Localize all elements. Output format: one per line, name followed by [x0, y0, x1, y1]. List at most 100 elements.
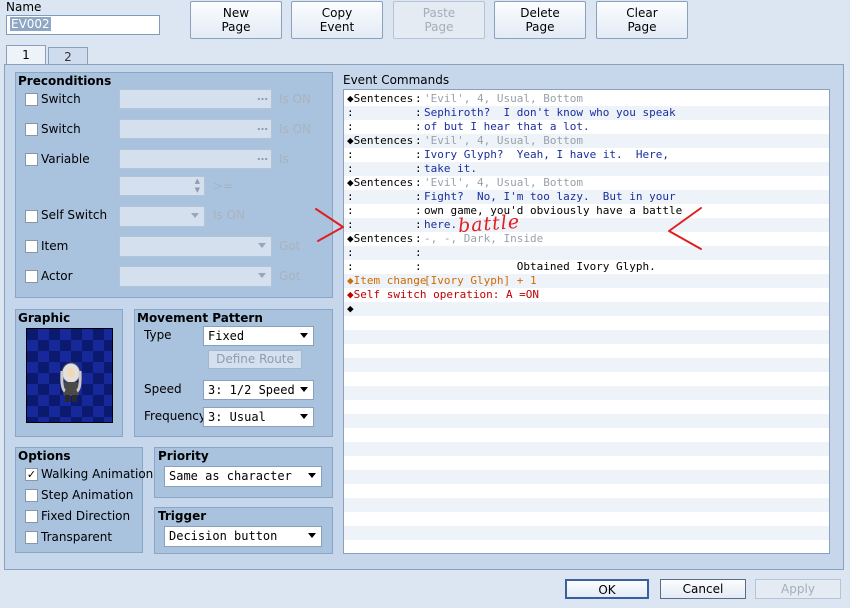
copy-event-button[interactable]: Copy Event	[291, 1, 383, 39]
item-checkbox[interactable]	[25, 240, 38, 253]
chevron-down-icon	[300, 333, 308, 338]
movement-type-label: Type	[144, 328, 172, 342]
event-command-detail: 'Evil', 4, Usual, Bottom	[424, 92, 583, 105]
movement-frequency-select[interactable]: 3: Usual	[203, 407, 314, 427]
event-command-row[interactable]: :: of but I hear that a lot.	[344, 120, 829, 134]
self-switch-checkbox[interactable]	[25, 210, 38, 223]
event-command-row[interactable]: ◆	[344, 302, 829, 316]
event-command-row[interactable]: ◆Sentences: 'Evil', 4, Usual, Bottom	[344, 176, 829, 190]
clear-page-button[interactable]: Clear Page	[596, 1, 688, 39]
event-command-row[interactable]: ◆Sentences: 'Evil', 4, Usual, Bottom	[344, 134, 829, 148]
event-command-row[interactable]: ◆Sentences: -, -, Dark, Inside	[344, 232, 829, 246]
event-command-empty-row	[344, 316, 829, 330]
event-command-row[interactable]: :: Sephiroth? I don't know who you speak	[344, 106, 829, 120]
variable-select[interactable]: …	[119, 149, 272, 169]
event-command-separator: :	[415, 274, 422, 287]
movement-type-select[interactable]: Fixed	[203, 326, 314, 346]
event-command-empty-row	[344, 442, 829, 456]
event-command-empty-row	[344, 540, 829, 553]
movement-title: Movement Pattern	[137, 311, 263, 325]
event-command-detail: Ivory Glyph? Yeah, I have it. Here,	[424, 148, 670, 161]
variable-value-stepper[interactable]: ▲ ▼	[119, 176, 205, 196]
delete-page-button[interactable]: Delete Page	[494, 1, 586, 39]
name-input-value: EV002	[10, 17, 51, 31]
event-command-row[interactable]: ◆Item change: [Ivory Glyph] + 1	[344, 274, 829, 288]
cancel-button[interactable]: Cancel	[660, 579, 746, 599]
stepper-down-icon[interactable]: ▼	[195, 186, 200, 194]
event-command-detail: take it.	[424, 162, 477, 175]
event-command-row[interactable]: :: own game, you'd obviously have a battl…	[344, 204, 829, 218]
event-command-empty-row	[344, 358, 829, 372]
name-input[interactable]: EV002	[6, 15, 160, 35]
step-animation-checkbox[interactable]	[25, 489, 38, 502]
event-command-separator: :	[415, 246, 422, 259]
event-command-separator: :	[415, 92, 422, 105]
event-command-rows: ◆Sentences: 'Evil', 4, Usual, Bottom:: Sep…	[344, 90, 829, 553]
tab-page-1[interactable]: 1	[6, 45, 46, 65]
event-command-row[interactable]: ::	[344, 246, 829, 260]
tab-page-2[interactable]: 2	[48, 47, 88, 65]
actor-select[interactable]	[119, 266, 272, 287]
preconditions-title: Preconditions	[18, 74, 112, 88]
options-title: Options	[18, 449, 71, 463]
item-select[interactable]	[119, 236, 272, 257]
event-command-row[interactable]: :: Obtained Ivory Glyph.	[344, 260, 829, 274]
switch1-select[interactable]: …	[119, 89, 272, 109]
event-command-separator: :	[415, 106, 422, 119]
switch1-checkbox[interactable]	[25, 93, 38, 106]
event-command-detail: [Ivory Glyph] + 1	[424, 274, 537, 287]
fixed-direction-checkbox[interactable]	[25, 510, 38, 523]
event-command-name: :	[347, 218, 354, 231]
event-command-row[interactable]: :: here.	[344, 218, 829, 232]
event-command-detail: Fight? No, I'm too lazy. But in your	[424, 190, 676, 203]
trigger-select[interactable]: Decision button	[164, 526, 322, 547]
stepper-up-icon[interactable]: ▲	[195, 177, 200, 185]
event-command-separator: :	[415, 232, 422, 245]
event-command-row[interactable]: :: Fight? No, I'm too lazy. But in your	[344, 190, 829, 204]
event-commands-title: Event Commands	[343, 73, 450, 87]
ok-button[interactable]: OK	[565, 579, 649, 599]
switch2-select[interactable]: …	[119, 119, 272, 139]
apply-button[interactable]: Apply	[755, 579, 841, 599]
event-command-name: ◆Sentences	[347, 176, 414, 189]
priority-select[interactable]: Same as character	[164, 466, 322, 487]
movement-speed-select[interactable]: 3: 1/2 Speed	[203, 380, 314, 400]
switch1-suffix: Is ON	[279, 92, 312, 106]
event-command-empty-row	[344, 512, 829, 526]
transparent-checkbox[interactable]	[25, 531, 38, 544]
event-command-separator: :	[415, 190, 422, 203]
new-page-button[interactable]: New Page	[190, 1, 282, 39]
ellipsis-icon: …	[257, 90, 268, 103]
event-command-name: ◆Sentences	[347, 232, 414, 245]
step-animation-label: Step Animation	[41, 488, 134, 502]
event-command-detail: Sephiroth? I don't know who you speak	[424, 106, 676, 119]
graphic-preview[interactable]	[26, 328, 113, 423]
event-command-empty-row	[344, 428, 829, 442]
event-command-name: :	[347, 190, 354, 203]
event-command-separator: :	[415, 134, 422, 147]
event-command-name: :	[347, 162, 354, 175]
event-command-name: :	[347, 204, 354, 217]
event-command-name: ◆Self switch operation: A =ON	[347, 288, 540, 301]
event-command-row[interactable]: ◆Self switch operation: A =ON	[344, 288, 829, 302]
event-command-separator: :	[415, 176, 422, 189]
variable-checkbox[interactable]	[25, 153, 38, 166]
event-command-row[interactable]: ◆Sentences: 'Evil', 4, Usual, Bottom	[344, 92, 829, 106]
actor-checkbox[interactable]	[25, 270, 38, 283]
event-command-separator: :	[415, 218, 422, 231]
paste-page-button[interactable]: Paste Page	[393, 1, 485, 39]
self-switch-suffix: Is ON	[213, 208, 246, 222]
walking-animation-checkbox[interactable]: ✓	[25, 468, 38, 481]
define-route-button[interactable]: Define Route	[208, 350, 302, 369]
self-switch-label: Self Switch	[41, 208, 108, 222]
event-command-list[interactable]: ◆Sentences: 'Evil', 4, Usual, Bottom:: Sep…	[343, 89, 830, 554]
event-command-detail: of but I hear that a lot.	[424, 120, 590, 133]
switch2-checkbox[interactable]	[25, 123, 38, 136]
self-switch-select[interactable]	[119, 206, 205, 227]
event-command-separator: :	[415, 260, 422, 273]
event-command-detail: 'Evil', 4, Usual, Bottom	[424, 134, 583, 147]
event-command-row[interactable]: :: take it.	[344, 162, 829, 176]
event-command-row[interactable]: :: Ivory Glyph? Yeah, I have it. Here,	[344, 148, 829, 162]
item-label: Item	[41, 239, 69, 253]
graphic-title: Graphic	[18, 311, 71, 325]
